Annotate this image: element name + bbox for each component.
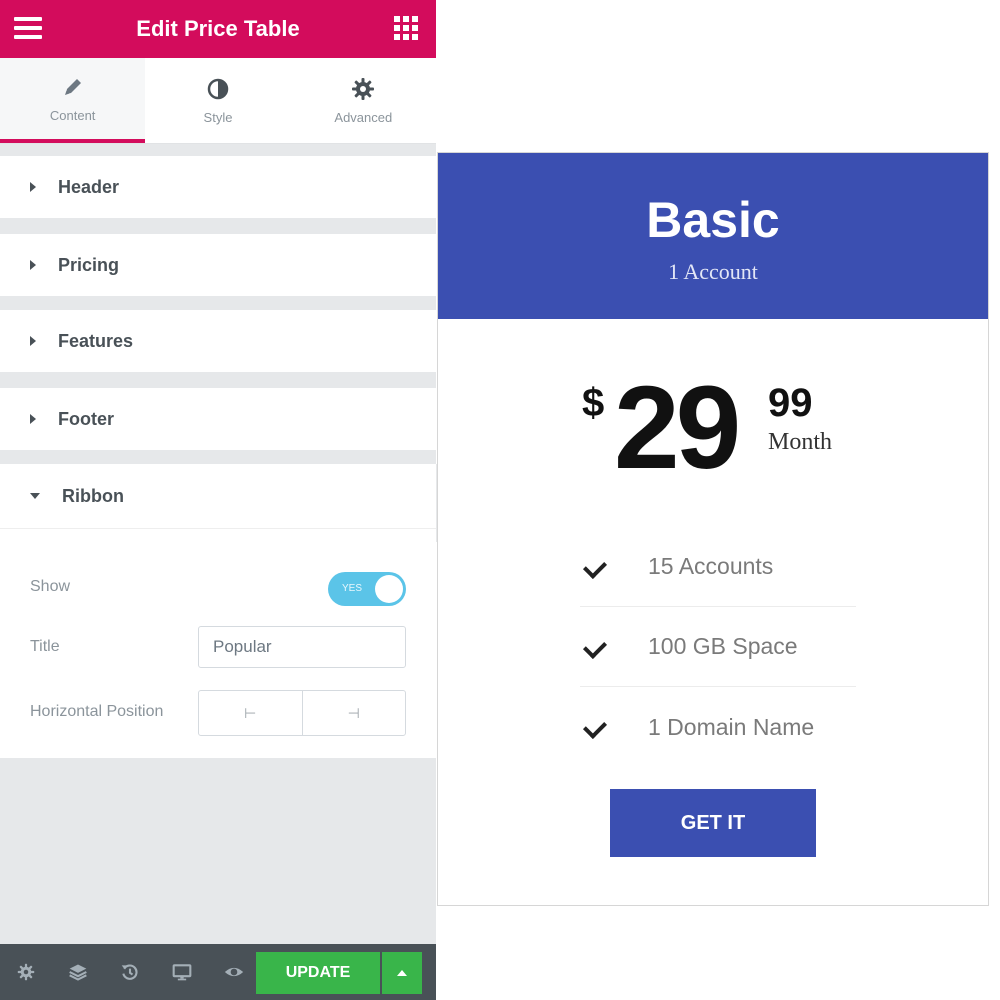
- update-button[interactable]: UPDATE: [256, 952, 380, 994]
- feature-text: 1 Domain Name: [648, 713, 815, 740]
- check-icon: [584, 555, 612, 579]
- page: Edit Price Table Content Style Advanced …: [0, 0, 1000, 1000]
- section-title: Ribbon: [62, 485, 124, 506]
- price-table-header: Basic 1 Account: [438, 153, 988, 319]
- half-circle-icon: [205, 76, 231, 102]
- price: $ 29 99 Month: [578, 369, 878, 495]
- ribbon-title-input[interactable]: [198, 626, 406, 668]
- check-icon: [584, 715, 612, 739]
- feature-text: 100 GB Space: [648, 633, 798, 659]
- section-title: Features: [58, 330, 134, 351]
- price-fraction: 99: [768, 381, 813, 425]
- section-footer[interactable]: Footer: [0, 388, 436, 450]
- tab-style[interactable]: Style: [145, 58, 290, 143]
- caret-right-icon: [30, 260, 36, 270]
- align-left-icon[interactable]: ⊢: [199, 691, 302, 735]
- hamburger-menu-icon[interactable]: [14, 17, 42, 41]
- tab-label: Content: [49, 108, 96, 123]
- tab-label: Advanced: [334, 110, 393, 125]
- get-it-button[interactable]: GET IT: [610, 789, 816, 857]
- feature-text: 15 Accounts: [648, 553, 774, 579]
- tab-label: Style: [203, 110, 233, 125]
- caret-right-icon: [30, 182, 36, 192]
- section-features[interactable]: Features: [0, 310, 436, 372]
- gear-icon: [350, 76, 376, 102]
- toggle-knob: [375, 575, 403, 603]
- feature-item: 100 GB Space: [580, 607, 856, 687]
- history-icon[interactable]: [104, 944, 156, 1000]
- pencil-icon: [60, 74, 86, 100]
- update-options-button[interactable]: [382, 952, 422, 994]
- price-table-subheading: 1 Account: [668, 259, 758, 284]
- price-table: Basic 1 Account $ 29 99 Month 15 Account…: [437, 152, 989, 906]
- eye-icon[interactable]: [208, 944, 260, 1000]
- section-pricing[interactable]: Pricing: [0, 234, 436, 296]
- editor-header: Edit Price Table: [0, 0, 436, 58]
- widgets-grid-icon[interactable]: [394, 16, 418, 40]
- horizontal-position-label: Horizontal Position: [30, 703, 164, 720]
- section-ribbon[interactable]: Ribbon: [0, 464, 436, 528]
- caret-right-icon: [30, 414, 36, 424]
- editor-title: Edit Price Table: [136, 16, 300, 41]
- show-ribbon-toggle[interactable]: YES: [328, 572, 406, 606]
- section-header[interactable]: Header: [0, 156, 436, 218]
- price-integer: 29: [614, 362, 741, 494]
- price-currency: $: [582, 381, 605, 425]
- toggle-text: YES: [342, 583, 363, 594]
- show-label: Show: [30, 578, 71, 595]
- section-title: Header: [58, 176, 120, 197]
- tab-content[interactable]: Content: [0, 58, 146, 143]
- tab-advanced[interactable]: Advanced: [291, 58, 436, 143]
- editor-tabs: Content Style Advanced: [0, 58, 436, 144]
- section-title: Pricing: [58, 254, 120, 275]
- feature-item: 15 Accounts: [580, 527, 856, 607]
- desktop-icon[interactable]: [156, 944, 208, 1000]
- price-table-heading: Basic: [646, 192, 780, 248]
- section-title: Footer: [58, 408, 114, 429]
- check-icon: [584, 635, 612, 659]
- editor-panel: Edit Price Table Content Style Advanced …: [0, 0, 436, 1000]
- feature-item: 1 Domain Name: [580, 687, 856, 767]
- price-period: Month: [768, 429, 833, 455]
- layers-icon[interactable]: [52, 944, 104, 1000]
- chevron-up-icon: [397, 970, 407, 976]
- caret-down-icon: [30, 493, 40, 499]
- align-right-icon[interactable]: ⊣: [301, 691, 406, 735]
- settings-gear-icon[interactable]: [0, 944, 52, 1000]
- caret-right-icon: [30, 336, 36, 346]
- title-label: Title: [30, 638, 60, 655]
- horizontal-position-choice: ⊢ ⊣: [198, 690, 406, 736]
